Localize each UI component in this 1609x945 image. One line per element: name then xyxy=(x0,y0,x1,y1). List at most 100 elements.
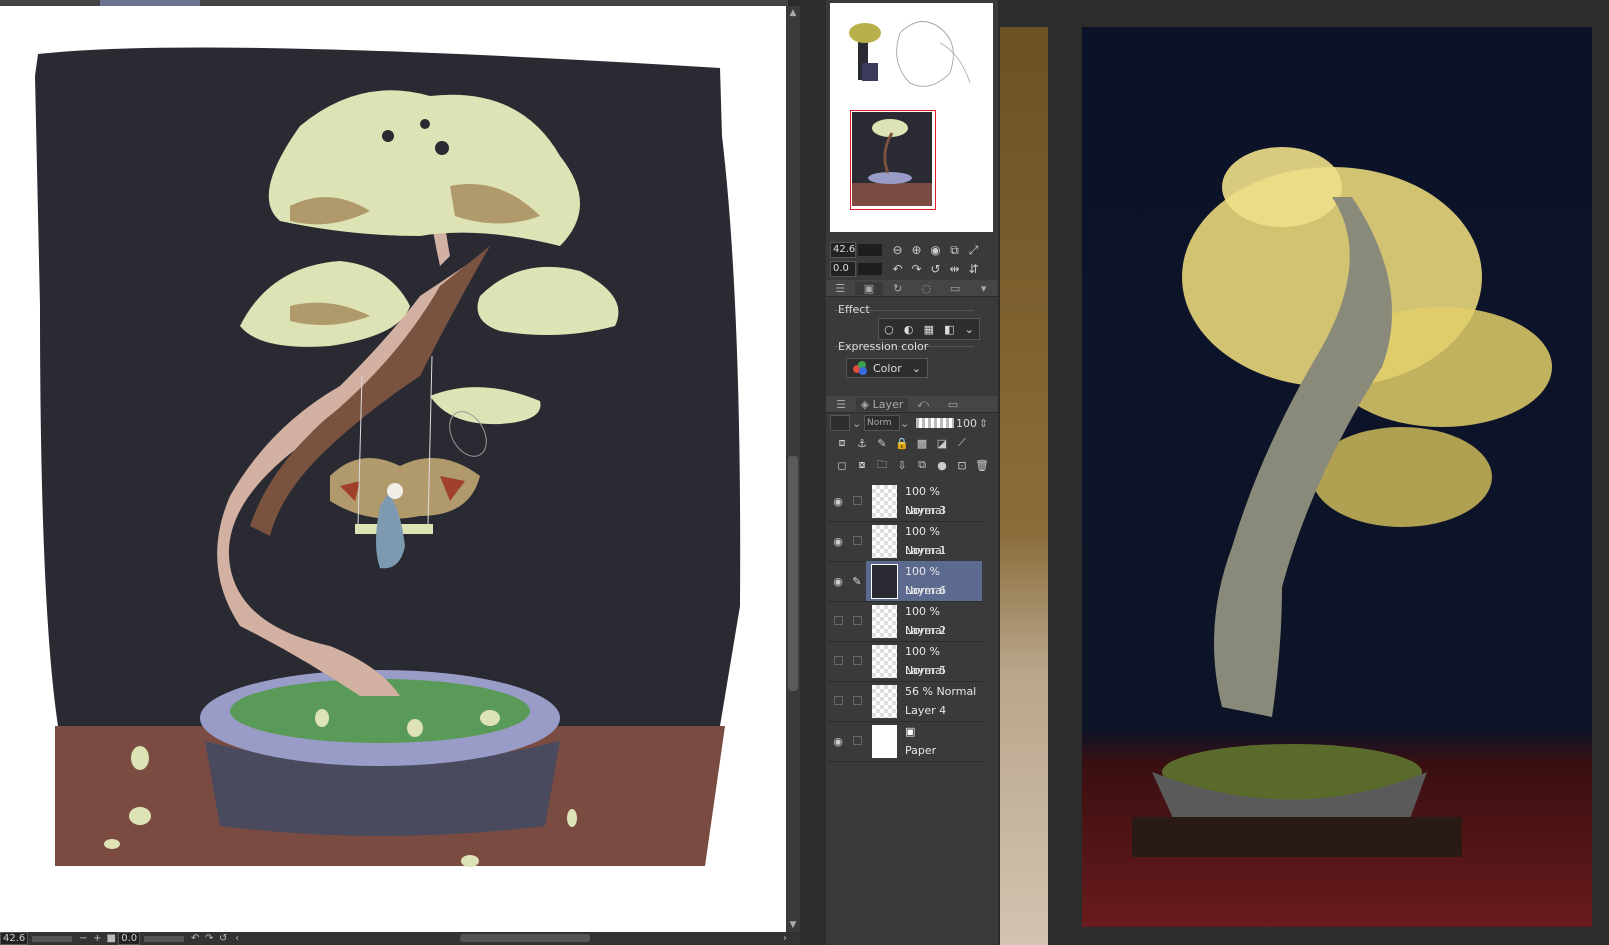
layer-color-box[interactable] xyxy=(830,415,850,431)
clipping-icon[interactable]: ⧈ xyxy=(832,436,852,450)
opacity-stepper-icon[interactable]: ⇕ xyxy=(979,417,988,430)
edit-toggle[interactable] xyxy=(848,535,866,548)
layer-name: Paper xyxy=(905,744,937,757)
new-vector-layer-icon[interactable]: ⧇ xyxy=(852,458,872,472)
edit-toggle[interactable] xyxy=(848,735,866,748)
tab-color-set[interactable]: ▭ xyxy=(941,282,970,295)
layer-row[interactable]: 56 % Normal Layer 4 xyxy=(828,681,982,722)
layer-row[interactable]: 100 % Normal Layer 5 xyxy=(828,641,982,682)
layer-row-paper[interactable]: ◉ ▣ Paper xyxy=(828,721,982,762)
expression-color-select[interactable]: Color ⌄ xyxy=(846,358,928,378)
transfer-down-icon[interactable]: ⇩ xyxy=(892,459,912,472)
eye-icon[interactable]: ◉ xyxy=(828,495,848,508)
edit-toggle[interactable] xyxy=(848,695,866,708)
expression-color-label: Expression color xyxy=(838,340,929,353)
lock-transparent-icon[interactable]: ▩ xyxy=(912,437,932,450)
actual-size-icon[interactable]: ◉ xyxy=(926,243,945,257)
navigator-zoom-slider[interactable] xyxy=(858,244,882,256)
draft-layer-icon[interactable]: ✎ xyxy=(872,437,892,450)
scroll-up-arrow-icon[interactable]: ▲ xyxy=(786,6,800,20)
zoom-out-icon[interactable]: − xyxy=(76,933,90,944)
scroll-down-arrow-icon[interactable]: ▼ xyxy=(786,918,800,932)
panel-menu-icon[interactable]: ☰ xyxy=(826,282,855,295)
canvas-vertical-scrollbar[interactable]: ▲ ▼ xyxy=(786,6,800,932)
effect-none-icon[interactable]: ○ xyxy=(884,323,894,336)
eye-icon[interactable]: ◉ xyxy=(828,535,848,548)
opacity-slider[interactable] xyxy=(916,418,954,428)
tab-more[interactable]: ▾ xyxy=(969,282,998,295)
mask-enable-icon[interactable]: ◪ xyxy=(932,437,952,450)
pen-icon[interactable]: ✎ xyxy=(848,575,866,588)
status-rotate-value[interactable]: 0.0 xyxy=(118,932,141,945)
layer-mask-icon[interactable]: ● xyxy=(932,459,952,472)
folder-icon[interactable]: 🗀 xyxy=(872,456,892,475)
scrollbar-thumb[interactable] xyxy=(788,456,798,691)
chevron-down-icon[interactable]: ⌄ xyxy=(965,323,974,336)
effect-tone-icon[interactable]: ▦ xyxy=(924,323,934,336)
flip-horizontal-icon[interactable]: ⇹ xyxy=(945,262,964,276)
new-raster-layer-icon[interactable]: ◻ xyxy=(832,459,852,472)
visibility-toggle[interactable] xyxy=(828,655,848,668)
visibility-toggle[interactable] xyxy=(828,615,848,628)
apply-mask-icon[interactable]: ⊡ xyxy=(952,459,972,472)
paper-layer-icon: ▣ xyxy=(905,725,916,738)
blend-mode-select[interactable]: Norm xyxy=(864,415,900,431)
status-rotate-slider[interactable] xyxy=(144,935,185,942)
reset-rotate-icon[interactable]: ↺ xyxy=(216,933,230,944)
tab-tool-property[interactable]: ▣ xyxy=(854,281,884,295)
reference-layer-icon[interactable]: ⚓ xyxy=(852,437,872,450)
eye-icon[interactable]: ◉ xyxy=(828,575,848,588)
navigator-preview[interactable] xyxy=(830,3,993,232)
effect-border-icon[interactable]: ◐ xyxy=(904,323,914,336)
effect-watercolor-icon[interactable]: ◧ xyxy=(944,323,954,336)
edit-toggle[interactable] xyxy=(848,495,866,508)
drawing-canvas[interactable] xyxy=(0,6,786,932)
navigator-view-frame[interactable] xyxy=(850,110,936,210)
navigator-zoom-value[interactable]: 42.6 xyxy=(830,242,856,258)
chevron-down-icon[interactable]: ⌄ xyxy=(900,417,910,430)
horizontal-scrollbar-thumb[interactable] xyxy=(460,934,590,942)
reset-rotate-icon[interactable]: ↺ xyxy=(926,262,945,276)
navigator-rotate-value[interactable]: 0.0 xyxy=(830,261,856,277)
flip-vertical-icon[interactable]: ⇵ xyxy=(964,262,983,276)
navigator-rotate-slider[interactable] xyxy=(858,263,882,275)
visibility-toggle[interactable] xyxy=(828,695,848,708)
edit-toggle[interactable] xyxy=(848,655,866,668)
tab-color-wheel[interactable]: ◌ xyxy=(912,282,941,295)
zoom-out-icon[interactable]: ⊖ xyxy=(888,243,907,257)
layer-row-selected[interactable]: ◉ ✎ 100 % Normal Layer 6 xyxy=(828,561,982,602)
trash-icon[interactable]: 🗑 xyxy=(972,459,992,472)
tab-layer[interactable]: ◈ Layer xyxy=(856,397,908,411)
edit-toggle[interactable] xyxy=(848,615,866,628)
reference-image-partial xyxy=(1000,27,1048,945)
ruler-display-icon[interactable]: ⟋ xyxy=(952,436,972,450)
eye-icon[interactable]: ◉ xyxy=(828,735,848,748)
rotate-left-icon[interactable]: ↶ xyxy=(888,262,907,276)
tab-sub-tool-detail[interactable]: ↻ xyxy=(883,282,912,295)
tab-layer-property[interactable]: ▭ xyxy=(938,398,968,411)
fit-navigator-icon[interactable]: ⤢ xyxy=(964,243,983,258)
rotate-right-icon[interactable]: ↷ xyxy=(907,262,926,276)
merge-down-icon[interactable]: ⧉ xyxy=(912,458,932,472)
scroll-right-arrow-icon[interactable]: › xyxy=(778,933,792,944)
reference-bonsai-photo[interactable] xyxy=(1082,27,1592,927)
opacity-value[interactable]: 100 xyxy=(956,417,977,430)
fit-to-window-icon[interactable]: ⧉ xyxy=(945,243,964,258)
layer-row[interactable]: ◉ 100 % Normal Layer 1 xyxy=(828,521,982,562)
chevron-down-icon[interactable]: ⌄ xyxy=(912,362,921,375)
rotate-right-icon[interactable]: ↷ xyxy=(202,933,216,944)
lock-icon[interactable]: 🔒 xyxy=(892,437,912,450)
chevron-down-icon[interactable]: ⌄ xyxy=(852,417,862,430)
layer-row[interactable]: 100 % Normal Layer 2 xyxy=(828,601,982,642)
layer-options-toolbar: ⧈ ⚓ ✎ 🔒 ▩ ◪ ⟋ xyxy=(832,434,994,452)
fit-icon[interactable]: ■ xyxy=(104,933,118,944)
rotate-left-icon[interactable]: ↶ xyxy=(188,933,202,944)
tab-history[interactable]: ⤺ xyxy=(908,397,938,411)
status-zoom-slider[interactable] xyxy=(32,935,73,942)
panel-menu-icon[interactable]: ☰ xyxy=(826,398,856,411)
zoom-in-icon[interactable]: + xyxy=(90,933,104,944)
zoom-in-icon[interactable]: ⊕ xyxy=(907,243,926,257)
scroll-left-arrow-icon[interactable]: ‹ xyxy=(230,933,244,944)
layer-row[interactable]: ◉ 100 % Normal Layer 3 xyxy=(828,481,982,522)
status-zoom-value[interactable]: 42.6 xyxy=(0,932,29,945)
